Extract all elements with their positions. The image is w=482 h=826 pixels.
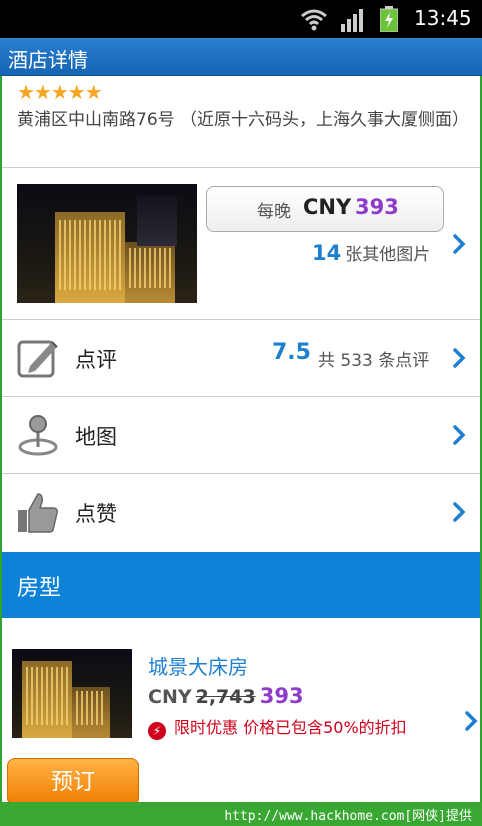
- chevron-right-icon[interactable]: [464, 710, 478, 732]
- room-old-price: 2,743: [195, 686, 256, 708]
- page-title: 酒店详情: [8, 48, 88, 72]
- room-photo[interactable]: [12, 649, 132, 738]
- watermark-bar: http://www.hackhome.com[网侠]提供: [0, 802, 482, 826]
- star-rating: ★★★★★: [17, 80, 103, 104]
- more-photos-link[interactable]: 14 张其他图片: [312, 240, 430, 265]
- nightly-price-box[interactable]: 每晚 CNY 393: [206, 186, 444, 232]
- map-pin-icon: [18, 415, 58, 456]
- chevron-right-icon: [453, 502, 466, 522]
- map-row[interactable]: 地图: [2, 397, 480, 473]
- map-label: 地图: [75, 425, 117, 449]
- review-row[interactable]: 点评 7.5 共 533 条点评: [2, 320, 480, 396]
- chevron-right-icon: [453, 425, 466, 445]
- room-currency: CNY: [148, 686, 192, 708]
- promo-text: ⚡ 限时优惠 价格已包含50%的折扣: [148, 714, 407, 740]
- review-score: 7.5: [272, 340, 311, 365]
- thumbs-up-icon: [18, 493, 58, 533]
- chevron-right-icon[interactable]: [452, 233, 466, 255]
- room-new-price: 393: [259, 684, 304, 708]
- rooms-section-title: 房型: [17, 576, 62, 601]
- watermark-text: http://www.hackhome.com[网侠]提供: [224, 809, 472, 824]
- bolt-icon: ⚡: [148, 722, 166, 740]
- battery-icon: [380, 6, 398, 32]
- rooms-section-header: 房型: [2, 552, 480, 618]
- hotel-details: ★★★★★ 黄浦区中山南路76号 （近原十六码头，上海久事大厦侧面） 每晚 CN…: [0, 76, 482, 802]
- price-currency: CNY: [303, 195, 352, 219]
- book-button[interactable]: 预订: [7, 758, 139, 802]
- hotel-address: 黄浦区中山南路76号 （近原十六码头，上海久事大厦侧面）: [17, 110, 470, 130]
- room-price: CNY 2,743 393: [148, 684, 304, 708]
- promo-label: 限时优惠 价格已包含50%的折扣: [174, 718, 407, 737]
- photo-count: 14: [312, 241, 342, 265]
- like-row[interactable]: 点赞: [2, 474, 480, 550]
- review-label: 点评: [75, 348, 117, 372]
- status-time: 13:45: [414, 6, 472, 30]
- wifi-icon: [301, 9, 327, 31]
- edit-icon: [17, 340, 58, 378]
- room-name[interactable]: 城景大床房: [148, 651, 248, 680]
- chevron-right-icon: [453, 348, 466, 368]
- status-bar: 13:45: [0, 0, 482, 38]
- signal-icon: [341, 9, 363, 32]
- price-amount: 393: [355, 195, 399, 219]
- hotel-photo[interactable]: [17, 184, 197, 303]
- like-label: 点赞: [75, 502, 117, 526]
- per-night-label: 每晚: [257, 202, 291, 222]
- review-count: 共 533 条点评: [318, 351, 430, 371]
- photo-count-label: 张其他图片: [345, 245, 431, 265]
- divider: [2, 167, 480, 168]
- title-bar: 酒店详情: [0, 38, 482, 76]
